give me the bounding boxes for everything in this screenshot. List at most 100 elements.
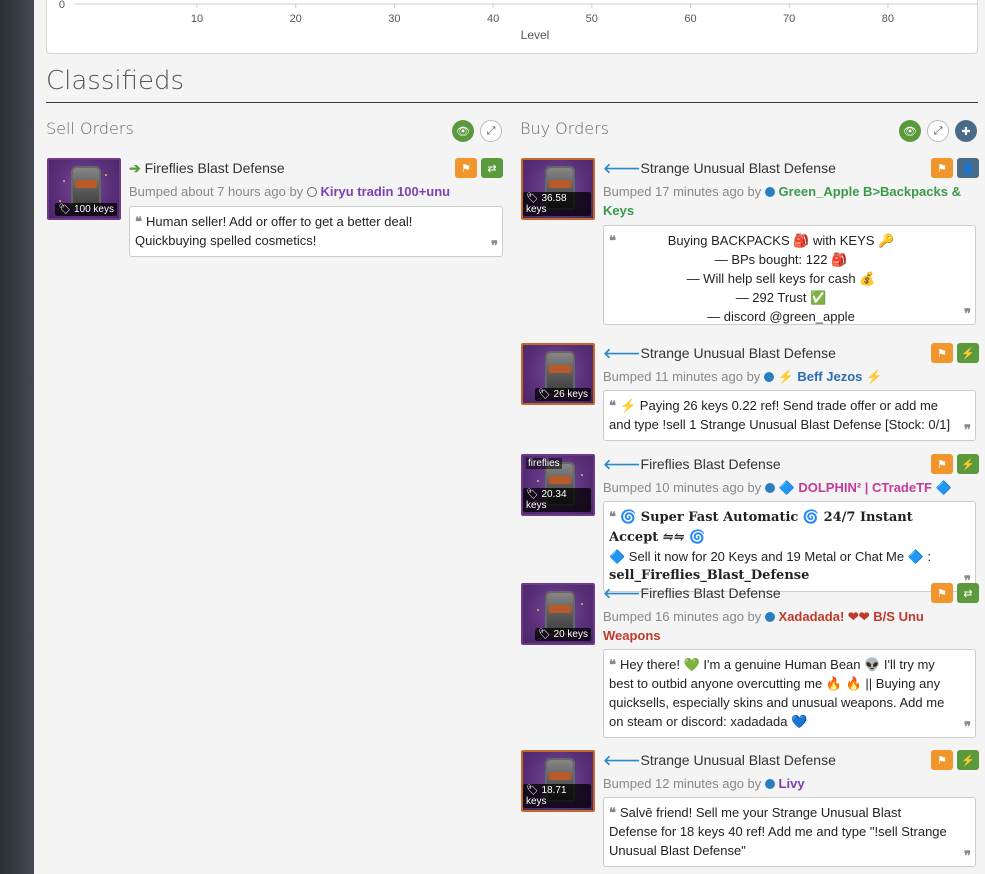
sell-toggle-visibility-button[interactable]: 👁	[452, 120, 474, 142]
lightning-icon: ⚡	[961, 458, 975, 471]
trade-offer-button[interactable]: ⇄	[957, 583, 979, 603]
listing-title[interactable]: 🡐Fireflies Blast Defense	[603, 585, 781, 602]
item-thumbnail[interactable]: 🏷 18.71 keys	[521, 750, 595, 812]
report-button[interactable]: ⚑	[931, 454, 953, 474]
item-name: Strange Unusual Blast Defense	[640, 752, 836, 768]
price-tag: 🏷 20 keys	[535, 628, 591, 641]
message-line: — Will help sell keys for cash 💰	[686, 271, 876, 286]
item-thumbnail[interactable]: 🏷 26 keys	[521, 343, 595, 405]
user-link[interactable]: 🔷 DOLPHIN² | CTradeTF 🔷	[779, 480, 952, 495]
instant-trade-button[interactable]: ⚡	[957, 454, 979, 474]
user-link[interactable]: Livy	[779, 776, 805, 791]
buy-add-listing-button[interactable]: ✚	[955, 120, 977, 142]
item-name: Strange Unusual Blast Defense	[640, 345, 836, 361]
x-tick-label: 30	[388, 13, 400, 25]
x-tick-label: 60	[684, 13, 696, 25]
listing-actions: ⚑ ⇄	[455, 158, 503, 178]
price-value: 36.58 keys	[526, 193, 567, 215]
status-online-icon	[764, 779, 775, 789]
listing-title[interactable]: ➔ Fireflies Blast Defense	[129, 160, 285, 177]
classifieds-title: Classifieds	[46, 66, 185, 96]
price-value: 20.34 keys	[526, 489, 567, 511]
listing-message: ❝ Salvē friend! Sell me your Strange Unus…	[603, 797, 976, 867]
instant-trade-button[interactable]: ⚡	[957, 343, 979, 363]
price-tag: 🏷 100 keys	[55, 203, 117, 216]
listing-actions: ⚑ ⇄	[931, 583, 979, 603]
quote-open-icon: ❝	[609, 509, 616, 524]
bumped-text: Bumped 11 minutes ago by	[603, 369, 761, 384]
plus-icon: ✚	[961, 125, 971, 138]
quote-close-icon: ❞	[964, 719, 971, 734]
price-tag: 🏷 18.71 keys	[523, 784, 591, 808]
report-button[interactable]: ⚑	[455, 158, 477, 178]
item-thumbnail[interactable]: 🏷 20 keys	[521, 583, 595, 645]
report-button[interactable]: ⚑	[931, 583, 953, 603]
x-tick-label: 80	[882, 13, 894, 25]
listing-actions: ⚑ ⚡	[931, 343, 979, 363]
bumped-line: Bumped 12 minutes ago by Livy	[603, 774, 805, 793]
status-online-icon	[764, 187, 775, 197]
listing-message: ❝ ⚡ Paying 26 keys 0.22 ref! Send trade o…	[603, 390, 976, 441]
message-line: — 292 Trust ✅	[735, 290, 827, 305]
listing-title[interactable]: 🡐Strange Unusual Blast Defense	[603, 345, 836, 362]
listing-title[interactable]: 🡐Strange Unusual Blast Defense	[603, 752, 836, 769]
listing-message: ❝ Buying BACKPACKS 🎒 with KEYS 🔑 — BPs b…	[603, 225, 976, 325]
classifieds-divider	[46, 102, 978, 103]
user-link[interactable]: Kiryu tradin 100+unu	[320, 184, 450, 199]
item-thumbnail[interactable]: 🏷 100 keys	[47, 158, 121, 220]
flag-icon: ⚑	[937, 458, 947, 471]
price-value: 20 keys	[553, 629, 588, 640]
sell-orders-title: Sell Orders	[46, 119, 134, 138]
lightning-icon: ⚡	[961, 347, 975, 360]
report-button[interactable]: ⚑	[931, 343, 953, 363]
add-friend-button[interactable]: 👤	[957, 158, 979, 178]
buy-expand-button[interactable]: ⤢	[927, 120, 949, 142]
bumped-text: Bumped 17 minutes ago by	[603, 184, 762, 199]
user-link[interactable]: ⚡ Beff Jezos ⚡	[778, 369, 883, 384]
buy-toggle-visibility-button[interactable]: 👁	[899, 120, 921, 142]
message-line: — discord @green_apple	[707, 309, 855, 324]
quote-close-icon: ❞	[964, 848, 971, 863]
x-tick-label: 10	[191, 13, 203, 25]
bumped-line: Bumped about 7 hours ago by Kiryu tradin…	[129, 182, 450, 201]
message-text: Salvē friend! Sell me your Strange Unusu…	[609, 805, 947, 858]
item-name: Fireflies Blast Defense	[640, 456, 781, 472]
flag-icon: ⚑	[937, 347, 947, 360]
listing-message: ❝ 🌀 Super Fast Automatic 🌀 24/7 Instant A…	[603, 501, 976, 592]
listing-title[interactable]: 🡐Fireflies Blast Defense	[603, 456, 781, 473]
buy-listing: 🏷 26 keys 🡐Strange Unusual Blast Defense…	[521, 343, 979, 441]
message-line: 🔷 Sell it now for 20 Keys and 19 Metal o…	[609, 549, 932, 564]
item-thumbnail[interactable]: 🏷 36.58 keys	[521, 158, 595, 220]
listing-actions: ⚑ ⚡	[931, 750, 979, 770]
quote-open-icon: ❝	[135, 214, 142, 229]
bumped-line: Bumped 11 minutes ago by ⚡ Beff Jezos ⚡	[603, 367, 882, 386]
report-button[interactable]: ⚑	[931, 750, 953, 770]
quote-open-icon: ❝	[609, 805, 616, 820]
quote-close-icon: ❞	[964, 422, 971, 437]
bumped-line: Bumped 16 minutes ago by Xadadada! ❤❤ B/…	[603, 607, 973, 645]
buy-arrow-icon: 🡐	[603, 345, 641, 361]
eye-icon: 👁	[903, 125, 917, 138]
instant-trade-button[interactable]: ⚡	[957, 750, 979, 770]
expand-icon: ⤢	[486, 124, 496, 137]
bumped-text: Bumped 12 minutes ago by	[603, 776, 762, 791]
price-chart-card: 0 10 20 30 40 50 60 70 80 Level	[46, 0, 978, 54]
buy-listing: 🏷 36.58 keys 🡐Strange Unusual Blast Defe…	[521, 158, 979, 328]
message-text: Hey there! 💚 I'm a genuine Human Bean 👽 …	[609, 657, 945, 729]
listing-title[interactable]: 🡐Strange Unusual Blast Defense	[603, 160, 836, 177]
trade-offer-button[interactable]: ⇄	[481, 158, 503, 178]
item-thumbnail[interactable]: fireflies 🏷 20.34 keys	[521, 454, 595, 516]
buy-arrow-icon: 🡐	[603, 456, 641, 472]
listing-actions: ⚑ ⚡	[931, 454, 979, 474]
listing-message: ❝ Hey there! 💚 I'm a genuine Human Bean 👽…	[603, 649, 976, 738]
report-button[interactable]: ⚑	[931, 158, 953, 178]
price-value: 26 keys	[553, 389, 588, 400]
effect-label: fireflies	[526, 458, 562, 469]
sell-expand-button[interactable]: ⤢	[480, 120, 502, 142]
price-tag: 🏷 26 keys	[535, 388, 591, 401]
status-online-icon	[764, 483, 775, 493]
price-tag: 🏷 20.34 keys	[523, 488, 591, 512]
quote-open-icon: ❝	[609, 398, 616, 413]
message-text: ⚡ Paying 26 keys 0.22 ref! Send trade of…	[609, 398, 951, 432]
x-tick-label: 40	[487, 13, 499, 25]
